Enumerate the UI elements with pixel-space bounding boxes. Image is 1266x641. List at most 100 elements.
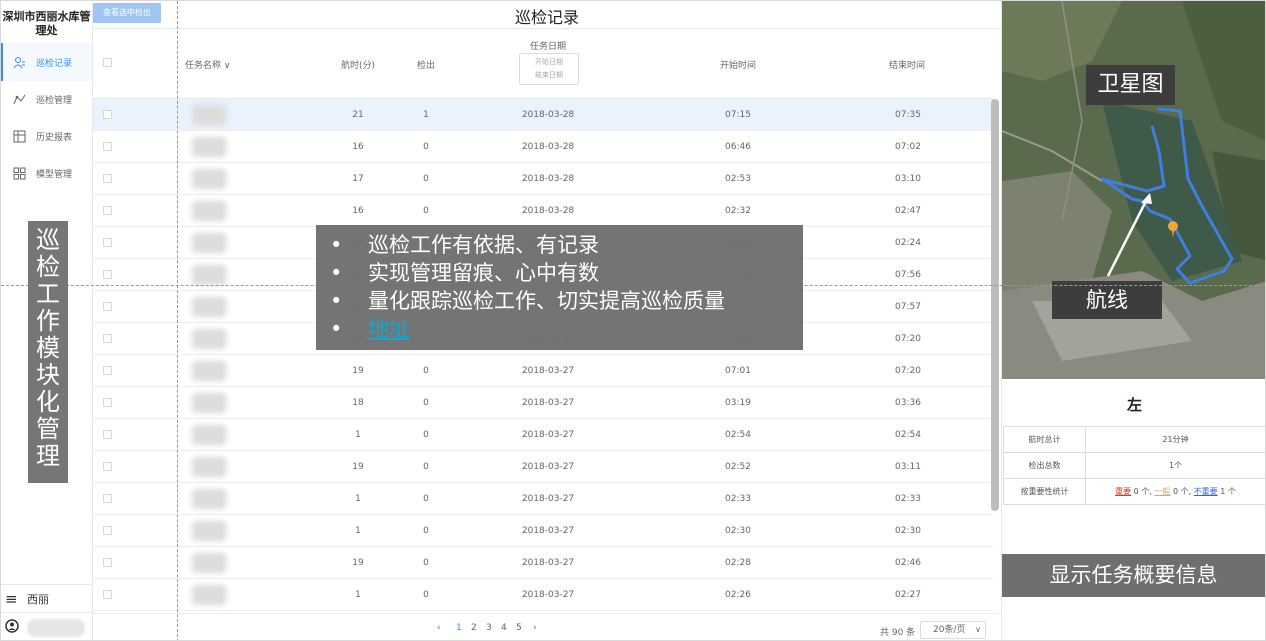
table-row[interactable]: 17 0 2018-03-28 02:53 03:10 — [93, 163, 993, 195]
table-row[interactable]: 21 1 2018-03-28 07:15 07:35 — [93, 99, 993, 131]
table-row[interactable]: 1 0 2018-03-27 02:26 02:27 — [93, 579, 993, 611]
task-name-blurred — [192, 393, 226, 413]
summary-table: 航时总计 21分钟 检出总数 1个 按重要性统计 重要 0 个, 一般 0 个,… — [1003, 426, 1265, 505]
banner-char: 块 — [36, 361, 60, 389]
guide-line-vertical — [177, 1, 178, 640]
right-panel: 卫星图 航线 左 航时总计 21分钟 检出总数 1个 按重要性统计 重要 0 个… — [1001, 1, 1265, 640]
page-size-value: 20条/页 — [933, 625, 966, 635]
page-1[interactable]: 1 — [456, 623, 462, 633]
page-2[interactable]: 2 — [471, 623, 477, 633]
cell-duration: 1 — [355, 430, 361, 440]
row-checkbox[interactable] — [103, 270, 112, 279]
chevron-right-icon[interactable]: › — [533, 623, 537, 633]
page-title: 巡检记录 — [514, 8, 579, 27]
table-row[interactable]: 1 0 2018-03-27 02:33 02:33 — [93, 483, 993, 515]
row-checkbox[interactable] — [103, 526, 112, 535]
summary-banner: 显示任务概要信息 — [1002, 554, 1265, 597]
table-row[interactable]: 16 0 2018-03-28 02:32 02:47 — [93, 195, 993, 227]
satellite-map[interactable]: 卫星图 航线 — [1002, 1, 1265, 379]
row-checkbox[interactable] — [103, 142, 112, 151]
table-row[interactable]: 16 0 2018-03-28 06:46 07:02 — [93, 131, 993, 163]
chevron-down-icon: ∨ — [975, 625, 981, 634]
route-label: 航线 — [1052, 281, 1162, 319]
general-link[interactable]: 一般 — [1154, 487, 1170, 496]
row-checkbox[interactable] — [103, 110, 112, 119]
row-checkbox[interactable] — [103, 590, 112, 599]
view-selected-button[interactable]: 查看选中检出 — [93, 3, 161, 23]
cell-detected: 0 — [423, 558, 429, 568]
table-row[interactable]: 19 0 2018-03-27 02:52 03:11 — [93, 451, 993, 483]
sidebar-item-0[interactable]: 巡检记录 — [1, 43, 92, 81]
row-checkbox[interactable] — [103, 334, 112, 343]
cell-start: 02:28 — [725, 558, 751, 568]
row-checkbox[interactable] — [103, 558, 112, 567]
pagination: ‹ 12345 › 共 90 条 20条/页 ∨ — [93, 613, 1001, 640]
banner-char: 巡 — [36, 226, 60, 254]
menu-toggle[interactable]: ≡ 西丽 — [1, 584, 92, 612]
start-date-input[interactable]: 开始日期 — [520, 56, 578, 69]
table-row[interactable]: 18 0 2018-03-27 03:19 03:36 — [93, 387, 993, 419]
banner-char: 工 — [36, 280, 60, 308]
important-count: 0 个, — [1133, 487, 1152, 496]
cell-date: 2018-03-28 — [521, 110, 575, 120]
table-row[interactable]: 19 0 2018-03-27 02:28 02:46 — [93, 547, 993, 579]
row-checkbox[interactable] — [103, 238, 112, 247]
task-name-blurred — [192, 137, 226, 157]
summary-label: 按重要性统计 — [1003, 478, 1086, 505]
banner-char: 管 — [36, 415, 60, 443]
chevron-left-icon[interactable]: ‹ — [437, 623, 441, 633]
row-checkbox[interactable] — [103, 302, 112, 311]
row-checkbox[interactable] — [103, 430, 112, 439]
cell-date: 2018-03-27 — [521, 590, 575, 600]
cell-end: 07:20 — [895, 366, 921, 376]
cell-detected: 0 — [423, 462, 429, 472]
page-3[interactable]: 3 — [486, 623, 492, 633]
row-checkbox[interactable] — [103, 366, 112, 375]
page-size-select[interactable]: 20条/页 ∨ — [920, 621, 986, 639]
feature-bullet: 量化跟踪巡检工作、切实提高巡检质量 — [328, 287, 803, 315]
banner-char: 模 — [36, 334, 60, 362]
col-task-date: 任务日期 — [530, 42, 567, 52]
table-scrollbar[interactable] — [991, 99, 999, 511]
unimportant-link[interactable]: 不重要 — [1194, 487, 1218, 496]
app-window: 深圳市西丽水库管理处 巡检记录 巡检管理 历史报表 模型管理 ≡ 西丽 巡检记录 查看… — [0, 0, 1266, 641]
task-name-blurred — [192, 329, 226, 349]
cell-date: 2018-03-28 — [521, 174, 575, 184]
task-name-blurred — [192, 425, 226, 445]
cell-detected: 0 — [423, 590, 429, 600]
banner-char: 理 — [36, 442, 60, 470]
task-name-blurred — [192, 553, 226, 573]
user-row[interactable] — [1, 612, 92, 640]
summary-label: 检出总数 — [1003, 452, 1086, 479]
total-count: 共 90 条 — [880, 628, 916, 638]
task-name-blurred — [192, 585, 226, 605]
cell-end: 02:33 — [895, 494, 921, 504]
sidebar-item-2[interactable]: 历史报表 — [1, 118, 92, 155]
date-range-filter[interactable]: 开始日期 结束日期 — [519, 53, 579, 85]
user-record-icon — [13, 56, 26, 69]
row-checkbox[interactable] — [103, 462, 112, 471]
cell-duration: 1 — [355, 494, 361, 504]
cell-duration: 16 — [352, 206, 364, 216]
row-checkbox[interactable] — [103, 206, 112, 215]
table-row[interactable]: 1 0 2018-03-27 02:30 02:30 — [93, 515, 993, 547]
cell-detected: 0 — [423, 398, 429, 408]
summary-value: 重要 0 个, 一般 0 个, 不重要 1 个 — [1085, 478, 1265, 505]
table-row[interactable]: 1 0 2018-03-27 02:54 02:54 — [93, 419, 993, 451]
select-all-checkbox[interactable] — [103, 58, 112, 67]
page-4[interactable]: 4 — [501, 623, 507, 633]
address-link[interactable]: 地址 — [368, 317, 410, 341]
sidebar-item-1[interactable]: 巡检管理 — [1, 81, 92, 118]
col-task-name[interactable]: 任务名称 ∨ — [185, 58, 230, 71]
cell-end: 07:57 — [895, 302, 921, 312]
important-link[interactable]: 重要 — [1115, 487, 1131, 496]
row-checkbox[interactable] — [103, 174, 112, 183]
table-row[interactable]: 19 0 2018-03-27 07:01 07:20 — [93, 355, 993, 387]
col-start-time: 开始时间 — [720, 61, 757, 71]
page-5[interactable]: 5 — [516, 623, 522, 633]
row-checkbox[interactable] — [103, 494, 112, 503]
row-checkbox[interactable] — [103, 398, 112, 407]
end-date-input[interactable]: 结束日期 — [520, 69, 578, 82]
sidebar-item-3[interactable]: 模型管理 — [1, 155, 92, 192]
menu-label: 西丽 — [27, 592, 49, 606]
